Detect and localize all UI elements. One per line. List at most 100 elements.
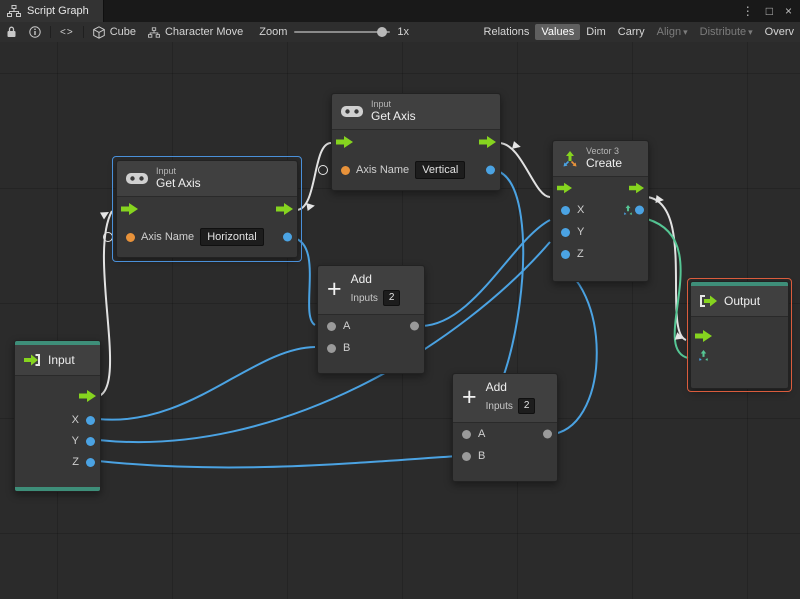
wire-add2-to-vector3-z[interactable] — [553, 262, 598, 435]
node-output[interactable]: Output — [687, 278, 792, 392]
node-header: Input — [15, 345, 100, 376]
y-out-port[interactable] — [86, 436, 95, 446]
node-header: + Add Inputs 2 — [453, 374, 557, 423]
node-get-axis-horizontal[interactable]: Input Get Axis Axis Name Horizontal — [103, 156, 302, 262]
input-b-port[interactable] — [462, 451, 471, 461]
script-graph-asset-icon — [147, 26, 160, 38]
node-title: Add — [485, 380, 507, 394]
flow-port-row — [553, 177, 648, 199]
node-header: Input Get Axis — [332, 94, 500, 130]
node-title: Get Axis — [371, 109, 416, 123]
node-title: Input — [48, 353, 75, 367]
api-toggle-button[interactable]: <> — [54, 22, 80, 42]
port-row-z: Z — [553, 243, 648, 265]
node-category: Input — [371, 99, 392, 109]
zoom-slider[interactable] — [294, 27, 391, 37]
vector-mini-icon[interactable] — [698, 350, 709, 361]
node-title: Get Axis — [156, 176, 201, 190]
values-button[interactable]: Values — [535, 24, 581, 40]
input-b-port[interactable] — [327, 343, 336, 353]
flow-in-port[interactable] — [695, 330, 712, 342]
port-row-b: B — [453, 445, 557, 467]
close-icon[interactable]: × — [785, 4, 792, 18]
node-get-axis-vertical[interactable]: Input Get Axis Axis Name Vertical — [318, 93, 501, 191]
x-out-port[interactable] — [86, 415, 95, 425]
breadcrumb-cube[interactable]: Cube — [87, 22, 142, 42]
flow-in-port[interactable] — [336, 136, 353, 148]
flow-in-port[interactable] — [557, 182, 572, 194]
sum-out-port[interactable] — [410, 321, 419, 331]
node-category: Vector 3 — [586, 146, 620, 156]
z-in-port[interactable] — [561, 249, 570, 259]
flow-port-row — [332, 130, 500, 154]
flow-out-port[interactable] — [479, 136, 496, 148]
node-input[interactable]: Input X Y Z — [14, 340, 101, 492]
x-in-port[interactable] — [561, 205, 570, 215]
breadcrumb-cube-label: Cube — [109, 26, 136, 38]
inputs-count-field[interactable]: 2 — [382, 290, 401, 306]
inputs-label: Inputs — [350, 292, 378, 304]
inputs-count-field[interactable]: 2 — [517, 398, 536, 414]
y-in-port[interactable] — [561, 227, 570, 237]
value-out-port[interactable] — [283, 232, 292, 242]
flow-port-row — [117, 197, 297, 221]
value-out-port[interactable] — [486, 165, 495, 175]
flow-out-port[interactable] — [629, 182, 644, 194]
axis-name-field[interactable]: Horizontal — [200, 228, 264, 246]
z-out-port[interactable] — [86, 457, 95, 467]
port-row-x: X — [553, 199, 648, 221]
vector3-icon — [563, 150, 577, 166]
node-add-1[interactable]: + Add Inputs 2 A B — [317, 265, 425, 374]
string-port[interactable] — [341, 165, 350, 175]
plus-icon: + — [327, 275, 342, 303]
flow-out-port[interactable] — [276, 203, 293, 215]
node-category: Input — [156, 166, 177, 176]
unconnected-port-ring[interactable] — [103, 232, 113, 242]
wire-add1-to-vector3-x[interactable] — [420, 219, 551, 327]
flow-out-port[interactable] — [79, 390, 96, 402]
overview-button[interactable]: Overv — [759, 24, 800, 40]
wire-flow-getaxis-v-to-vector3[interactable] — [498, 142, 551, 198]
port-row-b: B — [318, 337, 424, 359]
node-vector3-create[interactable]: Vector 3 Create X Y Z — [552, 140, 649, 282]
window-controls: ⋮ □ × — [742, 0, 800, 22]
relations-button[interactable]: Relations — [478, 24, 536, 40]
lock-icon — [7, 26, 16, 37]
wire-input-x-to-add1-b[interactable] — [97, 346, 316, 421]
carry-button[interactable]: Carry — [612, 24, 651, 40]
breadcrumb-character-move[interactable]: Character Move — [142, 22, 249, 42]
gamepad-icon — [341, 106, 363, 117]
node-header: + Add Inputs 2 — [318, 266, 424, 315]
sum-out-port[interactable] — [543, 429, 552, 439]
string-port[interactable] — [126, 232, 135, 242]
node-add-2[interactable]: + Add Inputs 2 A B — [452, 373, 558, 482]
flow-in-port[interactable] — [121, 203, 138, 215]
distribute-dropdown[interactable]: Distribute ▾ — [694, 24, 759, 40]
port-row-z: Z — [72, 456, 95, 468]
node-title: Add — [350, 272, 372, 286]
zoom-slider-knob[interactable] — [377, 27, 388, 37]
vector-out-port[interactable] — [635, 205, 644, 215]
input-a-port[interactable] — [327, 321, 336, 331]
maximize-icon[interactable]: □ — [766, 4, 773, 18]
graph-canvas[interactable]: Input Get Axis Axis Name Vertical Input … — [0, 42, 800, 599]
input-a-port[interactable] — [462, 429, 471, 439]
info-button[interactable] — [23, 22, 47, 42]
axis-name-field[interactable]: Vertical — [415, 161, 466, 179]
dim-button[interactable]: Dim — [580, 24, 612, 40]
port-row-a: A — [318, 315, 424, 337]
kebab-menu-icon[interactable]: ⋮ — [742, 4, 754, 18]
info-icon — [29, 26, 41, 38]
tab-bar: Script Graph ⋮ □ × — [0, 0, 800, 22]
unity-visual-scripting-window: Script Graph ⋮ □ × <> Cube Character Mov… — [0, 0, 800, 599]
zoom-label: Zoom — [259, 26, 288, 38]
align-dropdown[interactable]: Align ▾ — [651, 24, 694, 40]
gamepad-icon — [126, 173, 148, 184]
unconnected-port-ring[interactable] — [318, 165, 328, 175]
graph-toolbar: <> Cube Character Move Zoom 1x Relations — [0, 22, 800, 43]
wire-flow-getaxis-h-to-getaxis-v[interactable] — [295, 142, 332, 211]
wire-input-z-to-add2-b[interactable] — [97, 455, 459, 469]
io-footer-strip — [15, 487, 100, 491]
lock-button[interactable] — [0, 22, 23, 42]
tab-script-graph[interactable]: Script Graph — [0, 0, 104, 22]
